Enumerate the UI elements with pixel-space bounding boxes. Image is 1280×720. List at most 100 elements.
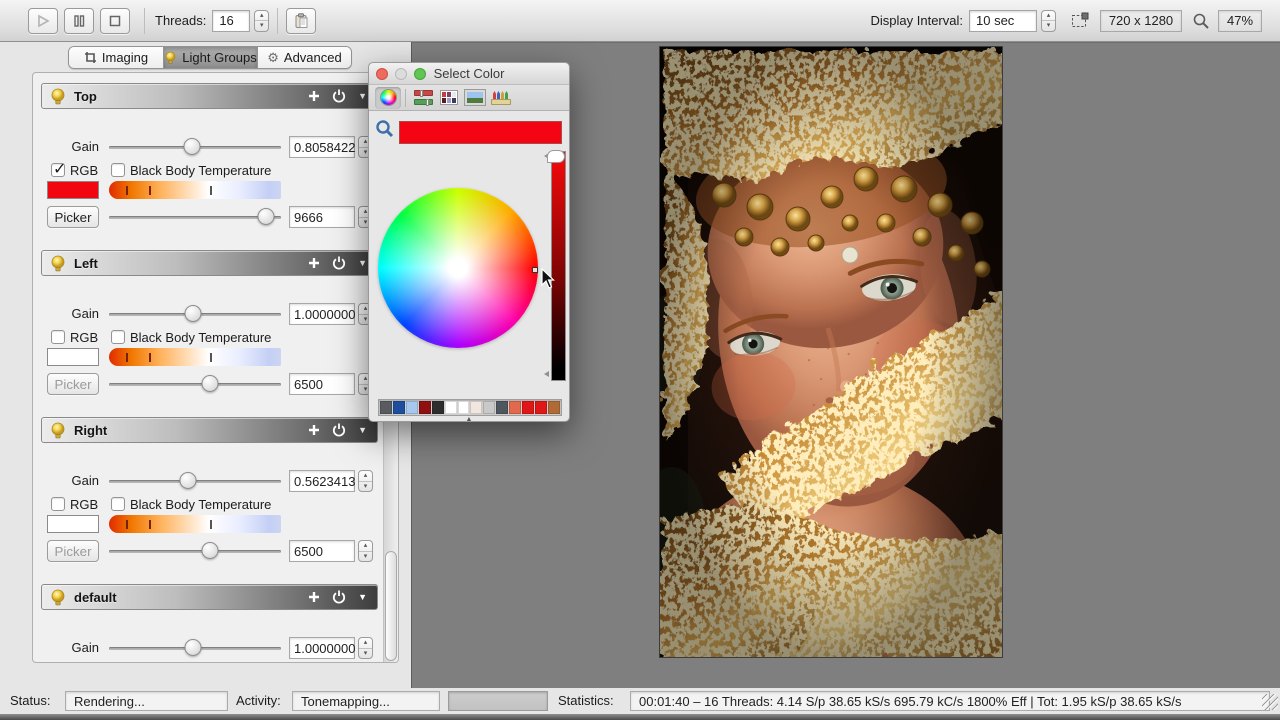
- color-swatch[interactable]: [406, 401, 418, 414]
- display-interval-input[interactable]: 10 sec: [969, 10, 1037, 32]
- slider-thumb[interactable]: [183, 138, 200, 155]
- gain-stepper[interactable]: ▴▾: [358, 470, 373, 492]
- gain-slider[interactable]: [109, 136, 281, 158]
- light-group-header[interactable]: Top ▼: [41, 83, 378, 109]
- add-light-group-button[interactable]: [308, 591, 320, 603]
- copy-to-clipboard-button[interactable]: [286, 8, 316, 34]
- picker-value-field[interactable]: 6500: [289, 540, 355, 562]
- color-swatch[interactable]: [458, 401, 470, 414]
- light-group-header[interactable]: Left ▼: [41, 250, 378, 276]
- toolbar-separator: [144, 8, 145, 34]
- picker-slider[interactable]: [109, 373, 281, 395]
- bbt-gradient-bar[interactable]: [109, 348, 281, 366]
- crayons-mode-button[interactable]: [488, 87, 514, 109]
- slider-thumb[interactable]: [180, 472, 197, 489]
- picker-slider[interactable]: [109, 540, 281, 562]
- add-light-group-button[interactable]: [308, 257, 320, 269]
- threads-stepper[interactable]: ▴▾: [254, 10, 269, 32]
- gain-slider[interactable]: [109, 470, 281, 492]
- resize-selection-icon[interactable]: [1070, 11, 1090, 31]
- color-swatch[interactable]: [522, 401, 534, 414]
- picker-stepper[interactable]: ▴▾: [358, 540, 373, 562]
- color-swatch[interactable]: [419, 401, 431, 414]
- color-swatch[interactable]: [509, 401, 521, 414]
- picker-value-field[interactable]: 6500: [289, 373, 355, 395]
- collapse-light-group-button[interactable]: ▼: [358, 592, 367, 602]
- color-swatch[interactable]: [432, 401, 444, 414]
- scrollbar-thumb[interactable]: [385, 551, 397, 661]
- gain-slider[interactable]: [109, 637, 281, 659]
- rgb-color-swatch[interactable]: [47, 348, 99, 366]
- color-wheel[interactable]: [378, 188, 538, 348]
- display-interval-stepper[interactable]: ▴▾: [1041, 10, 1056, 32]
- picker-button[interactable]: Picker: [47, 373, 99, 395]
- color-swatch[interactable]: [548, 401, 560, 414]
- render-pause-button[interactable]: [64, 8, 94, 34]
- color-palettes-mode-button[interactable]: [436, 87, 462, 109]
- light-group-header[interactable]: Right ▼: [41, 417, 378, 443]
- color-swatch[interactable]: [445, 401, 457, 414]
- slider-thumb[interactable]: [185, 639, 202, 656]
- slider-thumb[interactable]: [185, 305, 202, 322]
- window-resize-grip[interactable]: [1262, 694, 1278, 710]
- gain-slider[interactable]: [109, 303, 281, 325]
- brightness-slider-handle[interactable]: [547, 150, 565, 163]
- collapse-light-group-button[interactable]: ▼: [358, 425, 367, 435]
- color-swatch[interactable]: [535, 401, 547, 414]
- brightness-slider[interactable]: [551, 151, 566, 381]
- toggle-light-group-button[interactable]: [332, 89, 346, 103]
- collapse-light-group-button[interactable]: ▼: [358, 91, 367, 101]
- picker-button[interactable]: Picker: [47, 206, 99, 228]
- color-wheel-selection-marker[interactable]: [532, 267, 538, 273]
- gain-value-field[interactable]: 0.8058422: [289, 136, 355, 158]
- bbt-checkbox[interactable]: [111, 497, 125, 511]
- color-sliders-mode-button[interactable]: [410, 87, 436, 109]
- add-light-group-button[interactable]: [308, 424, 320, 436]
- render-stop-button[interactable]: [100, 8, 130, 34]
- pick-from-screen-button[interactable]: [375, 119, 395, 142]
- tab-advanced[interactable]: ⚙ Advanced: [257, 47, 351, 68]
- slider-thumb[interactable]: [202, 375, 219, 392]
- color-swatch[interactable]: [483, 401, 495, 414]
- picker-value-field[interactable]: 9666: [289, 206, 355, 228]
- gain-value-field[interactable]: 0.5623413: [289, 470, 355, 492]
- image-palettes-mode-button[interactable]: [462, 87, 488, 109]
- add-light-group-button[interactable]: [308, 90, 320, 102]
- chevron-down-icon: ▼: [358, 91, 367, 101]
- color-swatch[interactable]: [470, 401, 482, 414]
- swatch-drawer-grip[interactable]: ▲: [369, 417, 569, 423]
- bbt-checkbox[interactable]: [111, 163, 125, 177]
- dialog-titlebar[interactable]: Select Color: [369, 63, 569, 85]
- color-swatch[interactable]: [393, 401, 405, 414]
- render-play-button[interactable]: [28, 8, 58, 34]
- zoom-icon[interactable]: [1192, 12, 1210, 30]
- gain-value-field[interactable]: 1.0000000: [289, 637, 355, 659]
- rgb-label: RGB: [70, 497, 98, 512]
- picker-slider[interactable]: [109, 206, 281, 228]
- color-swatch[interactable]: [380, 401, 392, 414]
- tab-imaging[interactable]: Imaging: [69, 47, 163, 68]
- tab-light-groups[interactable]: Light Groups: [163, 47, 257, 68]
- rgb-checkbox[interactable]: [51, 163, 65, 177]
- picker-button[interactable]: Picker: [47, 540, 99, 562]
- color-wheel-mode-button[interactable]: [375, 87, 401, 109]
- collapse-light-group-button[interactable]: ▼: [358, 258, 367, 268]
- gain-stepper[interactable]: ▴▾: [358, 637, 373, 659]
- slider-thumb[interactable]: [257, 208, 274, 225]
- rgb-color-swatch[interactable]: [47, 515, 99, 533]
- light-group-header[interactable]: default ▼: [41, 584, 378, 610]
- rgb-color-swatch[interactable]: [47, 181, 99, 199]
- bbt-gradient-bar[interactable]: [109, 181, 281, 199]
- gain-value-field[interactable]: 1.0000000: [289, 303, 355, 325]
- toggle-light-group-button[interactable]: [332, 590, 346, 604]
- slider-thumb[interactable]: [202, 542, 219, 559]
- bbt-gradient-bar[interactable]: [109, 515, 281, 533]
- bbt-checkbox[interactable]: [111, 330, 125, 344]
- toggle-light-group-button[interactable]: [332, 256, 346, 270]
- color-swatch[interactable]: [496, 401, 508, 414]
- rgb-checkbox[interactable]: [51, 330, 65, 344]
- threads-input[interactable]: 16: [212, 10, 250, 32]
- zoom-level-display: 47%: [1218, 10, 1262, 32]
- rgb-checkbox[interactable]: [51, 497, 65, 511]
- toggle-light-group-button[interactable]: [332, 423, 346, 437]
